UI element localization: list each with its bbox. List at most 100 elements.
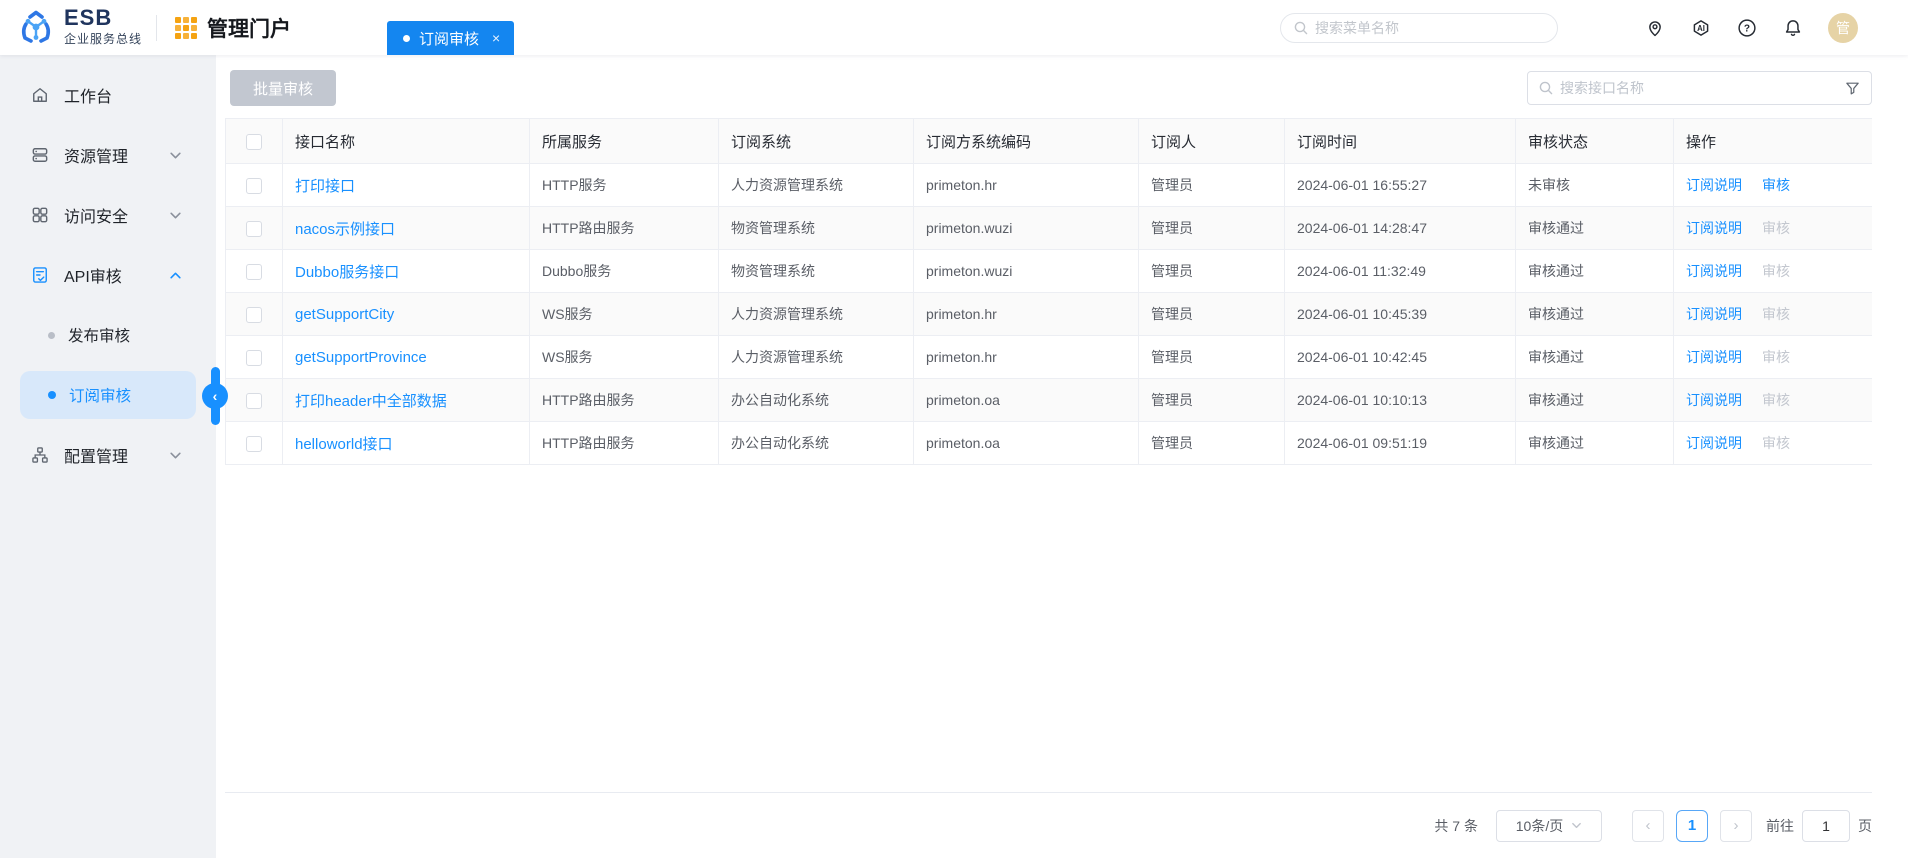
api-name-link[interactable]: 打印接口: [295, 178, 355, 195]
logo-title: ESB: [64, 5, 113, 30]
menu-search[interactable]: [1280, 12, 1558, 43]
cell-status: 审核通过: [1515, 249, 1674, 293]
row-checkbox[interactable]: [246, 392, 262, 409]
table-row: 打印header中全部数据 HTTP路由服务 办公自动化系统 primeton.oa 管…: [225, 378, 1872, 422]
table-header-row: 接口名称 所属服务 订阅系统 订阅方系统编码 订阅人 订阅时间 审核状态 操作: [225, 118, 1872, 164]
subscription-desc-link[interactable]: 订阅说明: [1686, 349, 1742, 365]
table-search[interactable]: [1527, 71, 1872, 105]
column-header: 接口名称: [282, 118, 530, 164]
cell-service: HTTP服务: [529, 163, 719, 207]
page-number-1[interactable]: 1: [1676, 809, 1708, 842]
row-checkbox[interactable]: [246, 306, 262, 323]
topbar-divider: [156, 14, 158, 41]
cell-service: WS服务: [529, 292, 719, 336]
cell-system: 人力资源管理系统: [718, 163, 914, 207]
goto-page-input[interactable]: [1802, 809, 1850, 842]
audit-link: 审核: [1762, 349, 1790, 365]
api-name-link[interactable]: Dubbo服务接口: [295, 264, 399, 281]
page-size-select[interactable]: 10条/页: [1496, 809, 1602, 842]
table-row: Dubbo服务接口 Dubbo服务 物资管理系统 primeton.wuzi 管理员 20…: [225, 249, 1872, 293]
subscription-desc-link[interactable]: 订阅说明: [1686, 263, 1742, 279]
sidebar-item-subscribe-audit[interactable]: 订阅审核: [20, 371, 196, 419]
sidebar-item-label: 配置管理: [64, 449, 129, 466]
row-checkbox[interactable]: [246, 220, 262, 237]
topbar: ESB 企业服务总线 管理门户 订阅审核 × AI: [0, 0, 1908, 55]
tab-close-icon[interactable]: ×: [492, 31, 500, 45]
svg-text:AI: AI: [1697, 23, 1705, 32]
bell-icon[interactable]: [1782, 17, 1804, 39]
portal-switcher[interactable]: 管理门户: [175, 13, 291, 43]
audit-table: 接口名称 所属服务 订阅系统 订阅方系统编码 订阅人 订阅时间 审核状态 操作 打印接口 HTT…: [225, 118, 1872, 792]
row-checkbox[interactable]: [246, 177, 262, 194]
table-row: getSupportProvince WS服务 人力资源管理系统 primeton.h…: [225, 335, 1872, 379]
cell-subscriber: 管理员: [1138, 206, 1285, 250]
table-row: 打印接口 HTTP服务 人力资源管理系统 primeton.hr 管理员 2024-06-…: [225, 163, 1872, 207]
menu-search-input[interactable]: [1315, 19, 1545, 36]
menu-dot-icon: [48, 331, 55, 339]
chevron-down-icon: [170, 212, 181, 218]
filter-icon[interactable]: [1844, 80, 1861, 97]
row-checkbox[interactable]: [246, 435, 262, 452]
cell-service: HTTP路由服务: [529, 421, 719, 465]
svg-text:?: ?: [1744, 23, 1750, 34]
sidebar-item-publish-audit[interactable]: 发布审核: [20, 311, 196, 359]
cell-code: primeton.oa: [913, 378, 1139, 422]
portal-label: 管理门户: [207, 17, 292, 41]
sidebar-item-api-audit[interactable]: API审核: [20, 251, 196, 299]
cell-code: primeton.hr: [913, 292, 1139, 336]
cell-code: primeton.oa: [913, 421, 1139, 465]
cell-system: 物资管理系统: [718, 206, 914, 250]
cell-time: 2024-06-01 09:51:19: [1284, 421, 1516, 465]
api-name-link[interactable]: getSupportProvince: [295, 349, 427, 366]
subscription-desc-link[interactable]: 订阅说明: [1686, 392, 1742, 408]
cell-system: 人力资源管理系统: [718, 335, 914, 379]
chevron-left-icon[interactable]: ‹: [202, 383, 228, 409]
cell-service: WS服务: [529, 335, 719, 379]
subscription-desc-link[interactable]: 订阅说明: [1686, 435, 1742, 451]
sidebar-item-label: API审核: [64, 269, 122, 286]
cell-code: primeton.hr: [913, 163, 1139, 207]
sidebar-item-access-security[interactable]: 访问安全: [20, 191, 196, 239]
cell-status: 审核通过: [1515, 421, 1674, 465]
app-logo[interactable]: ESB 企业服务总线: [0, 5, 143, 48]
security-icon: [32, 207, 48, 223]
sidebar-item-config-mgmt[interactable]: 配置管理: [20, 431, 196, 479]
cell-subscriber: 管理员: [1138, 378, 1285, 422]
tab-active-dot: [403, 34, 411, 42]
table-search-input[interactable]: [1560, 80, 1838, 96]
location-icon[interactable]: [1644, 17, 1666, 39]
cell-subscriber: 管理员: [1138, 421, 1285, 465]
api-name-link[interactable]: 打印header中全部数据: [295, 393, 447, 410]
cell-code: primeton.wuzi: [913, 206, 1139, 250]
ai-icon[interactable]: AI: [1690, 17, 1712, 39]
cell-system: 办公自动化系统: [718, 421, 914, 465]
row-checkbox[interactable]: [246, 349, 262, 366]
select-all-checkbox[interactable]: [246, 133, 262, 150]
api-name-link[interactable]: getSupportCity: [295, 306, 394, 323]
row-checkbox[interactable]: [246, 263, 262, 280]
subscription-desc-link[interactable]: 订阅说明: [1686, 177, 1742, 193]
table-row: getSupportCity WS服务 人力资源管理系统 primeton.hr 管理员…: [225, 292, 1872, 336]
subscription-desc-link[interactable]: 订阅说明: [1686, 306, 1742, 322]
sidebar-item-workbench[interactable]: 工作台: [20, 71, 196, 119]
tab-subscribe-audit[interactable]: 订阅审核 ×: [387, 21, 515, 55]
next-page-button[interactable]: ›: [1720, 809, 1752, 842]
cell-code: primeton.wuzi: [913, 249, 1139, 293]
column-header: 订阅人: [1138, 118, 1285, 164]
sidebar: 工作台资源管理访问安全 API审核发布审核订阅审核配置管理: [0, 55, 216, 858]
subscription-desc-link[interactable]: 订阅说明: [1686, 220, 1742, 236]
audit-link[interactable]: 审核: [1762, 177, 1790, 193]
api-name-link[interactable]: nacos示例接口: [295, 221, 395, 238]
topbar-icons: AI ? 管: [1644, 12, 1858, 43]
api-name-link[interactable]: helloworld接口: [295, 436, 393, 453]
cell-subscriber: 管理员: [1138, 249, 1285, 293]
user-avatar[interactable]: 管: [1828, 12, 1858, 43]
sidebar-item-resource-mgmt[interactable]: 资源管理: [20, 131, 196, 179]
goto-label: 前往: [1766, 817, 1794, 834]
prev-page-button[interactable]: ‹: [1632, 809, 1664, 842]
help-icon[interactable]: ?: [1736, 17, 1758, 39]
cell-subscriber: 管理员: [1138, 335, 1285, 379]
table-row: helloworld接口 HTTP路由服务 办公自动化系统 primeton.oa 管理…: [225, 421, 1872, 465]
sidebar-collapse-handle[interactable]: ‹: [201, 367, 229, 425]
logo-subtitle: 企业服务总线: [64, 32, 143, 46]
